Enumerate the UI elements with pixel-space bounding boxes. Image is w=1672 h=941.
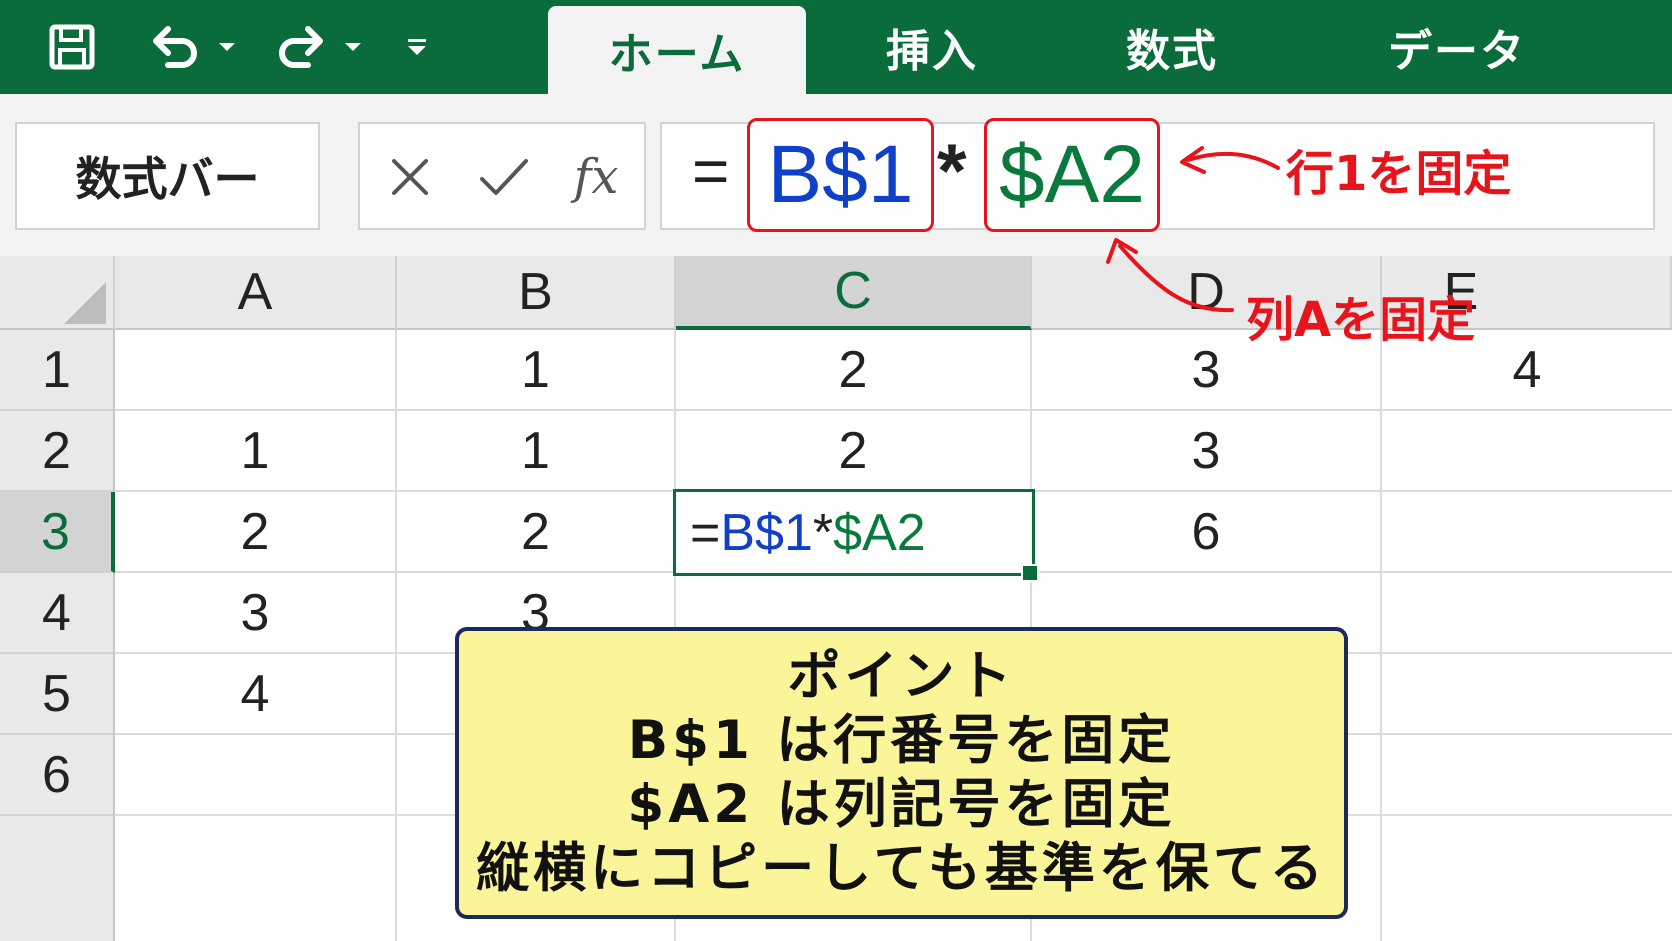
row-header-3[interactable]: 3 bbox=[0, 492, 115, 573]
tab-home[interactable]: ホーム bbox=[548, 6, 806, 94]
active-cell-ref-row-fixed: B$1 bbox=[720, 503, 813, 562]
cell-e2[interactable] bbox=[1382, 411, 1672, 492]
cell-e7[interactable] bbox=[1382, 816, 1672, 941]
row-header-6[interactable]: 6 bbox=[0, 735, 115, 816]
formula-equals: = bbox=[692, 135, 730, 207]
column-header-c[interactable]: C bbox=[676, 256, 1032, 330]
cell-e4[interactable] bbox=[1382, 573, 1672, 654]
column-header-a[interactable]: A bbox=[115, 256, 397, 330]
row-header-5[interactable]: 5 bbox=[0, 654, 115, 735]
formula-bar-area: 数式バー fx = B$1 * $A2 行1を固定 bbox=[0, 94, 1672, 256]
cell-a3[interactable]: 2 bbox=[115, 492, 397, 573]
callout-line-copy: 縦横にコピーしても基準を保てる bbox=[476, 838, 1327, 899]
formula-buttons: fx bbox=[358, 122, 646, 230]
cancel-icon[interactable] bbox=[380, 142, 440, 212]
save-icon[interactable] bbox=[44, 22, 100, 72]
cell-a6[interactable] bbox=[115, 735, 397, 816]
callout-title: ポイント bbox=[787, 646, 1016, 707]
active-cell-operator: * bbox=[812, 503, 834, 562]
enter-check-icon[interactable] bbox=[472, 142, 536, 212]
formula-operator: * bbox=[937, 129, 967, 214]
cell-a7[interactable] bbox=[115, 816, 397, 941]
tab-data[interactable]: データ bbox=[1362, 0, 1552, 94]
cell-a1[interactable] bbox=[115, 330, 397, 411]
column-header-b[interactable]: B bbox=[397, 256, 676, 330]
active-cell-equals: = bbox=[690, 503, 721, 562]
undo-dropdown-icon[interactable] bbox=[216, 22, 238, 72]
row-header-2[interactable]: 2 bbox=[0, 411, 115, 492]
cell-c1[interactable]: 2 bbox=[676, 330, 1032, 411]
cell-a4[interactable]: 3 bbox=[115, 573, 397, 654]
cell-c2[interactable]: 2 bbox=[676, 411, 1032, 492]
point-callout: ポイント B$1 は行番号を固定 $A2 は列記号を固定 縦横にコピーしても基準… bbox=[455, 627, 1348, 919]
fill-handle[interactable] bbox=[1021, 564, 1039, 582]
select-all-corner[interactable] bbox=[0, 256, 115, 330]
cell-b1[interactable]: 1 bbox=[397, 330, 676, 411]
cell-b3[interactable]: 2 bbox=[397, 492, 676, 573]
row-header-7 bbox=[0, 816, 115, 941]
formula-ref-row-fixed: B$1 bbox=[747, 118, 934, 232]
redo-dropdown-icon[interactable] bbox=[342, 22, 364, 72]
row-header-4[interactable]: 4 bbox=[0, 573, 115, 654]
arrow-row-fixed-icon bbox=[1180, 146, 1280, 174]
undo-icon[interactable] bbox=[146, 22, 204, 72]
select-all-triangle-icon bbox=[64, 282, 106, 324]
tab-insert[interactable]: 挿入 bbox=[858, 0, 1006, 94]
annotation-col-fixed: 列Aを固定 bbox=[1246, 292, 1476, 348]
insert-function-icon[interactable]: fx bbox=[560, 142, 632, 212]
customize-quick-access-icon[interactable] bbox=[404, 22, 430, 72]
arrow-col-fixed-icon bbox=[1106, 238, 1234, 313]
callout-line-row-fixed: B$1 は行番号を固定 bbox=[627, 710, 1176, 771]
active-cell-ref-col-fixed: $A2 bbox=[833, 503, 926, 562]
annotation-row-fixed: 行1を固定 bbox=[1286, 146, 1512, 202]
cell-c3-active[interactable]: = B$1 * $A2 bbox=[673, 489, 1035, 576]
name-box[interactable]: 数式バー bbox=[15, 122, 320, 230]
cell-a2[interactable]: 1 bbox=[115, 411, 397, 492]
formula-ref-col-fixed: $A2 bbox=[984, 118, 1160, 232]
cell-a5[interactable]: 4 bbox=[115, 654, 397, 735]
tab-formulas[interactable]: 数式 bbox=[1098, 0, 1246, 94]
cell-e3[interactable] bbox=[1382, 492, 1672, 573]
redo-icon[interactable] bbox=[272, 22, 330, 72]
cell-b2[interactable]: 1 bbox=[397, 411, 676, 492]
cell-e5[interactable] bbox=[1382, 654, 1672, 735]
cell-e6[interactable] bbox=[1382, 735, 1672, 816]
row-header-1[interactable]: 1 bbox=[0, 330, 115, 411]
ribbon-tab-bar: ホーム 挿入 数式 データ bbox=[0, 0, 1672, 94]
cell-d3[interactable]: 6 bbox=[1032, 492, 1382, 573]
cell-d2[interactable]: 3 bbox=[1032, 411, 1382, 492]
callout-line-col-fixed: $A2 は列記号を固定 bbox=[627, 774, 1176, 835]
